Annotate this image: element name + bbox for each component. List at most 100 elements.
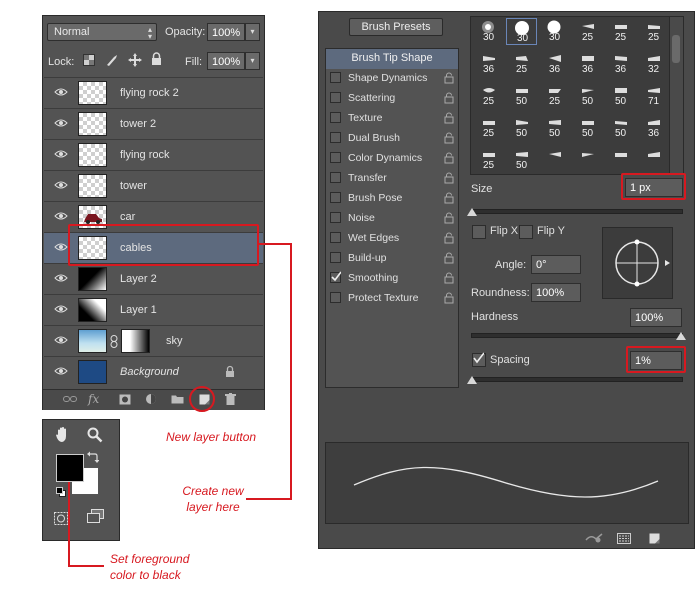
option-shape-dynamics[interactable]: Shape Dynamics xyxy=(326,69,458,89)
brush-tip-selected[interactable]: 30 xyxy=(506,18,537,45)
hardness-slider[interactable] xyxy=(471,333,683,338)
quick-mask-mode-icon[interactable] xyxy=(54,512,68,525)
toggle-live-tip-preview-icon[interactable] xyxy=(585,532,603,544)
brush-tip[interactable]: 25 xyxy=(572,20,603,43)
option-lock-icon[interactable] xyxy=(444,252,454,264)
brush-tip[interactable]: 36 xyxy=(539,52,570,75)
brush-tip[interactable]: 71 xyxy=(638,84,669,107)
hand-tool-icon[interactable] xyxy=(55,426,71,443)
spacing-slider[interactable] xyxy=(471,377,683,382)
visibility-eye-icon[interactable] xyxy=(54,149,68,159)
open-preset-manager-icon[interactable] xyxy=(617,533,631,544)
option-lock-icon[interactable] xyxy=(444,112,454,124)
layer-row[interactable]: sky xyxy=(44,325,263,356)
visibility-eye-icon[interactable] xyxy=(54,211,68,221)
option-lock-icon[interactable] xyxy=(444,212,454,224)
visibility-eye-icon[interactable] xyxy=(54,87,68,97)
brush-tip[interactable]: 30 xyxy=(539,20,570,43)
option-transfer[interactable]: Transfer xyxy=(326,169,458,189)
option-lock-icon[interactable] xyxy=(444,232,454,244)
option-brush-pose[interactable]: Brush Pose xyxy=(326,189,458,209)
mask-link-chain-icon[interactable] xyxy=(110,335,118,348)
brush-tip[interactable]: 36 xyxy=(638,116,669,139)
brush-tip[interactable]: 50 xyxy=(539,116,570,139)
delete-layer-trash-icon[interactable] xyxy=(225,393,236,405)
size-slider[interactable] xyxy=(471,209,683,214)
brush-grid-scrollbar[interactable] xyxy=(669,17,683,174)
spacing-slider-handle[interactable] xyxy=(467,376,477,384)
brush-tip[interactable]: 50 xyxy=(506,84,537,107)
layer-row[interactable]: Layer 1 xyxy=(44,294,263,325)
add-mask-icon[interactable] xyxy=(119,394,131,405)
create-new-brush-icon[interactable] xyxy=(648,532,660,544)
blend-mode-dropdown[interactable]: Normal ▴ ▾ xyxy=(47,23,157,41)
option-texture[interactable]: Texture xyxy=(326,109,458,129)
option-checkbox[interactable] xyxy=(330,72,341,83)
zoom-tool-icon[interactable] xyxy=(87,427,103,443)
visibility-eye-icon[interactable] xyxy=(54,335,68,345)
brush-tip[interactable]: 36 xyxy=(572,52,603,75)
hardness-field[interactable]: 100% xyxy=(630,308,682,327)
option-checkbox-checked[interactable] xyxy=(330,271,341,283)
option-checkbox[interactable] xyxy=(330,252,341,263)
option-checkbox[interactable] xyxy=(330,172,341,183)
brush-tip[interactable]: 32 xyxy=(638,52,669,75)
brush-angle-widget[interactable] xyxy=(602,227,673,299)
layer-mask-thumbnail[interactable] xyxy=(121,329,150,353)
brush-tip[interactable]: 25 xyxy=(638,20,669,43)
option-lock-icon[interactable] xyxy=(444,152,454,164)
layer-row[interactable]: tower xyxy=(44,170,263,201)
screen-mode-icon[interactable] xyxy=(87,509,105,524)
hardness-slider-handle[interactable] xyxy=(676,332,686,340)
brush-tip[interactable]: 50 xyxy=(605,116,636,139)
roundness-field[interactable]: 100% xyxy=(531,283,581,302)
brush-tip[interactable]: 50 xyxy=(506,116,537,139)
option-checkbox[interactable] xyxy=(330,212,341,223)
opacity-field[interactable]: 100% xyxy=(207,23,245,41)
brush-tip[interactable]: 25 xyxy=(506,52,537,75)
option-lock-icon[interactable] xyxy=(444,272,454,284)
option-lock-icon[interactable] xyxy=(444,172,454,184)
flip-y-checkbox[interactable] xyxy=(519,225,533,239)
link-layers-icon[interactable] xyxy=(63,395,77,404)
visibility-eye-icon[interactable] xyxy=(54,366,68,376)
option-wet-edges[interactable]: Wet Edges xyxy=(326,229,458,249)
brush-tip[interactable]: 50 xyxy=(506,148,537,171)
option-lock-icon[interactable] xyxy=(444,192,454,204)
option-lock-icon[interactable] xyxy=(444,292,454,304)
option-dual-brush[interactable]: Dual Brush xyxy=(326,129,458,149)
layer-row[interactable]: Background xyxy=(44,356,263,387)
fill-slider-button[interactable]: ▾ xyxy=(245,52,260,70)
brush-presets-button[interactable]: Brush Presets xyxy=(349,18,443,36)
lock-all-icon[interactable] xyxy=(151,52,162,66)
layer-row[interactable]: flying rock xyxy=(44,139,263,170)
visibility-eye-icon[interactable] xyxy=(54,118,68,128)
adjustment-layer-icon[interactable] xyxy=(145,393,157,405)
lock-position-icon[interactable] xyxy=(128,53,142,67)
option-lock-icon[interactable] xyxy=(444,132,454,144)
option-lock-icon[interactable] xyxy=(444,92,454,104)
layer-row[interactable]: flying rock 2 xyxy=(44,77,263,108)
brush-tip[interactable]: 50 xyxy=(605,84,636,107)
visibility-eye-icon[interactable] xyxy=(54,180,68,190)
layer-style-fx-icon[interactable]: fx xyxy=(88,392,99,406)
brush-tip[interactable]: 50 xyxy=(572,116,603,139)
option-checkbox[interactable] xyxy=(330,112,341,123)
fill-field[interactable]: 100% xyxy=(207,52,245,70)
option-checkbox[interactable] xyxy=(330,292,341,303)
swap-colors-icon[interactable] xyxy=(87,451,99,463)
layer-row[interactable]: Layer 2 xyxy=(44,263,263,294)
option-checkbox[interactable] xyxy=(330,232,341,243)
option-checkbox[interactable] xyxy=(330,192,341,203)
option-scattering[interactable]: Scattering xyxy=(326,89,458,109)
visibility-eye-icon[interactable] xyxy=(54,273,68,283)
brush-tip[interactable]: 50 xyxy=(572,84,603,107)
brush-tip[interactable] xyxy=(605,148,636,171)
opacity-slider-button[interactable]: ▾ xyxy=(245,23,260,41)
brush-tip[interactable] xyxy=(539,148,570,171)
angle-field[interactable]: 0° xyxy=(531,255,581,274)
scrollbar-thumb[interactable] xyxy=(672,35,680,63)
new-group-folder-icon[interactable] xyxy=(171,394,184,404)
option-noise[interactable]: Noise xyxy=(326,209,458,229)
brush-tip[interactable]: 25 xyxy=(473,84,504,107)
